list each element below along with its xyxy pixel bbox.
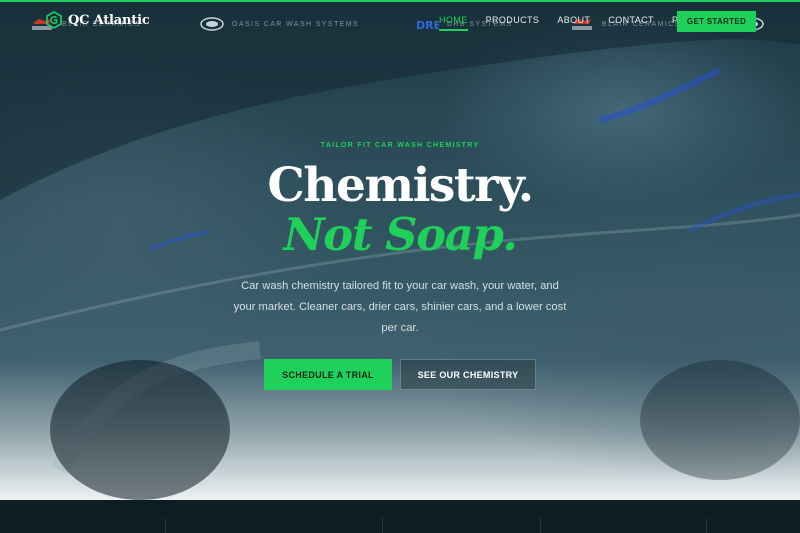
partner-divider xyxy=(382,518,383,533)
hero-description: Car wash chemistry tailored fit to your … xyxy=(233,280,567,334)
get-started-button[interactable]: GET STARTED xyxy=(677,11,756,32)
nav-item-home[interactable]: HOME xyxy=(439,15,468,31)
hero-headline: Chemistry. xyxy=(267,158,534,213)
top-navigation: QC Atlantic HOME PRODUCTS ABOUT CONTACT … xyxy=(0,0,800,44)
partner-divider xyxy=(165,518,166,533)
main-menu: HOME PRODUCTS ABOUT CONTACT PAY xyxy=(439,15,708,31)
schedule-trial-button[interactable]: SCHEDULE A TRIAL xyxy=(264,359,392,390)
partner-divider xyxy=(706,518,707,533)
hero-eyebrow: TAILOR FIT CAR WASH CHEMISTRY xyxy=(320,142,480,149)
partner-logo-strip xyxy=(0,500,800,533)
brand-logo[interactable]: QC Atlantic xyxy=(46,11,150,29)
hexagon-logo-icon xyxy=(46,11,62,29)
nav-item-contact[interactable]: CONTACT xyxy=(608,15,654,25)
see-chemistry-button[interactable]: SEE OUR CHEMISTRY xyxy=(400,359,536,390)
partner-divider xyxy=(540,518,541,533)
top-accent-line xyxy=(0,0,800,2)
hero-headline-accent: Not Soap. xyxy=(283,208,518,261)
nav-item-products[interactable]: PRODUCTS xyxy=(486,15,540,25)
brand-name: QC Atlantic xyxy=(68,12,150,28)
nav-item-about[interactable]: ABOUT xyxy=(557,15,590,25)
